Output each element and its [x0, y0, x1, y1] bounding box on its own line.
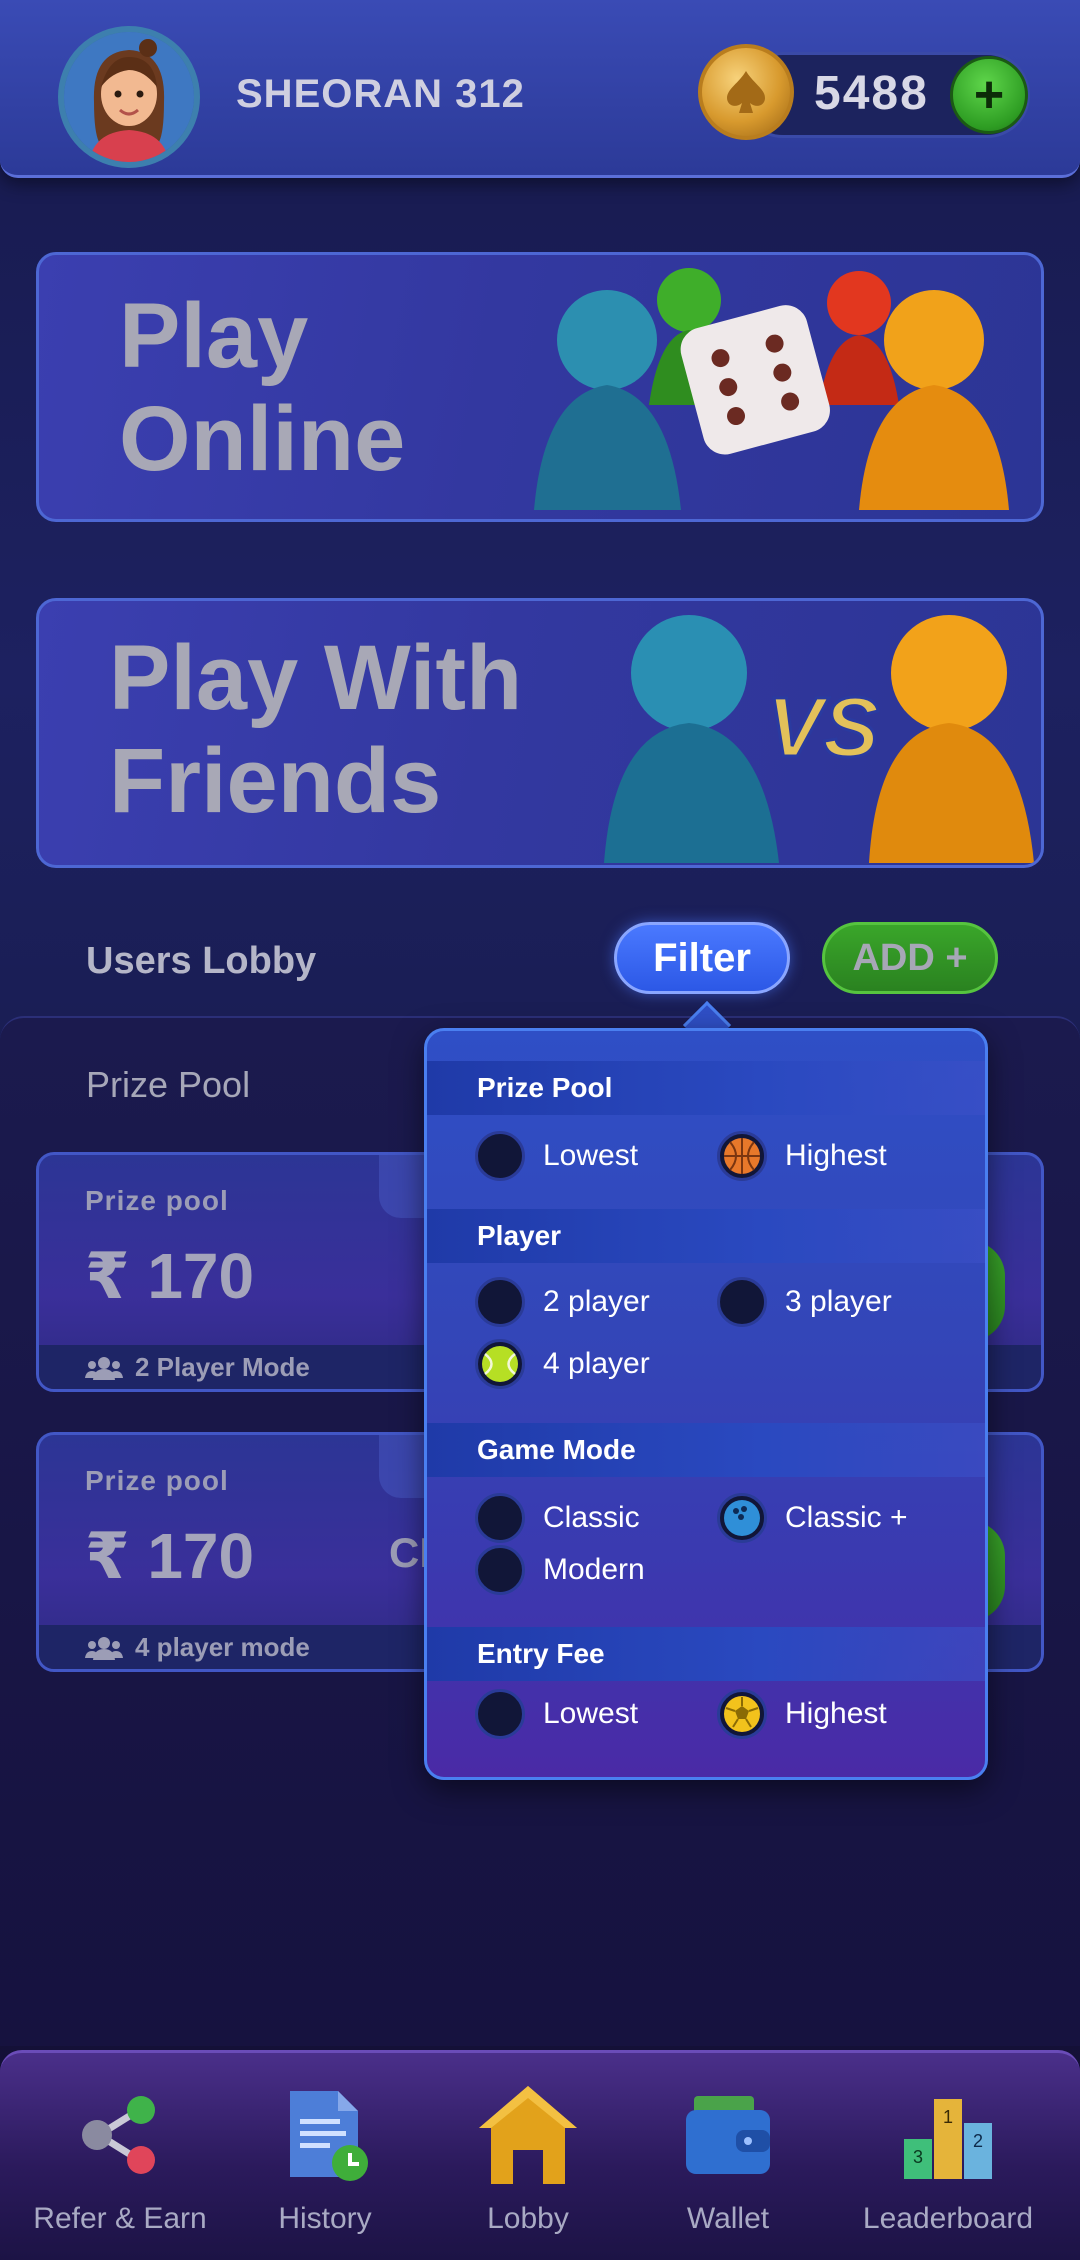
section-entry-fee: Entry Fee — [427, 1627, 985, 1681]
filter-button[interactable]: Filter — [614, 922, 790, 994]
tennis-ball-icon[interactable] — [475, 1339, 525, 1389]
coin-spade-icon — [698, 44, 794, 140]
user-avatar[interactable] — [58, 26, 200, 168]
card-mode: 2 Player Mode — [85, 1352, 310, 1383]
card-mode: 4 player mode — [85, 1632, 310, 1663]
filter-popup: Prize Pool Lowest Highest Player 2 playe… — [424, 1028, 988, 1780]
nav-leaderboard[interactable]: 1 2 3 Leaderboard — [840, 2080, 1056, 2250]
soccer-ball-icon[interactable] — [717, 1689, 767, 1739]
play-with-friends-banner[interactable]: Play With Friends VS — [36, 598, 1044, 868]
play-with-friends-title: Play With Friends — [109, 627, 523, 833]
play-online-banner[interactable]: Play Online — [36, 252, 1044, 522]
option-prize-highest[interactable]: Highest — [717, 1131, 887, 1181]
svg-text:2: 2 — [973, 2131, 983, 2151]
users-group-icon — [85, 1636, 123, 1660]
svg-text:3: 3 — [913, 2147, 923, 2167]
option-fee-lowest[interactable]: Lowest — [475, 1689, 638, 1739]
play-online-title: Play Online — [119, 285, 406, 491]
option-classic[interactable]: Classic — [475, 1493, 640, 1543]
option-fee-highest[interactable]: Highest — [717, 1689, 887, 1739]
svg-text:1: 1 — [943, 2107, 953, 2127]
vs-label: VS — [765, 679, 880, 776]
basketball-icon[interactable] — [717, 1131, 767, 1181]
nav-lobby[interactable]: Lobby — [420, 2080, 636, 2250]
nav-history[interactable]: History — [217, 2080, 433, 2250]
avatar-girl-icon — [64, 32, 194, 162]
wallet-icon — [673, 2080, 783, 2190]
add-coins-button[interactable]: + — [950, 56, 1028, 134]
option-classic-plus[interactable]: Classic + — [717, 1493, 908, 1543]
coin-balance: 5488 — [814, 67, 929, 120]
section-game-mode: Game Mode — [427, 1423, 985, 1477]
card-prize-label: Prize pool — [85, 1185, 229, 1216]
card-prize-value: ₹ 170 — [85, 1520, 255, 1592]
username: SHEORAN 312 — [236, 72, 525, 116]
option-4-player[interactable]: 4 player — [475, 1339, 650, 1389]
radio-empty[interactable] — [475, 1689, 525, 1739]
ludo-pawns-dice-icon — [534, 268, 1009, 510]
section-player: Player — [427, 1209, 985, 1263]
nav-refer-earn[interactable]: Refer & Earn — [12, 2080, 228, 2250]
radio-empty[interactable] — [475, 1277, 525, 1327]
option-prize-lowest[interactable]: Lowest — [475, 1131, 638, 1181]
bowling-ball-icon[interactable] — [717, 1493, 767, 1543]
users-lobby-title: Users Lobby — [86, 940, 317, 982]
section-prize-pool: Prize Pool — [427, 1061, 985, 1115]
share-icon — [65, 2080, 175, 2190]
radio-empty[interactable] — [475, 1493, 525, 1543]
card-prize-label: Prize pool — [85, 1465, 229, 1496]
radio-empty[interactable] — [475, 1545, 525, 1595]
history-document-icon — [270, 2080, 380, 2190]
home-icon — [473, 2080, 583, 2190]
podium-icon: 1 2 3 — [893, 2080, 1003, 2190]
users-group-icon — [85, 1356, 123, 1380]
option-modern[interactable]: Modern — [475, 1545, 645, 1595]
option-2-player[interactable]: 2 player — [475, 1277, 650, 1327]
nav-wallet[interactable]: Wallet — [620, 2080, 836, 2250]
option-3-player[interactable]: 3 player — [717, 1277, 892, 1327]
card-prize-value: ₹ 170 — [85, 1240, 255, 1312]
radio-empty[interactable] — [717, 1277, 767, 1327]
add-button[interactable]: ADD + — [822, 922, 998, 994]
prize-pool-heading: Prize Pool — [86, 1064, 251, 1105]
radio-empty[interactable] — [475, 1131, 525, 1181]
